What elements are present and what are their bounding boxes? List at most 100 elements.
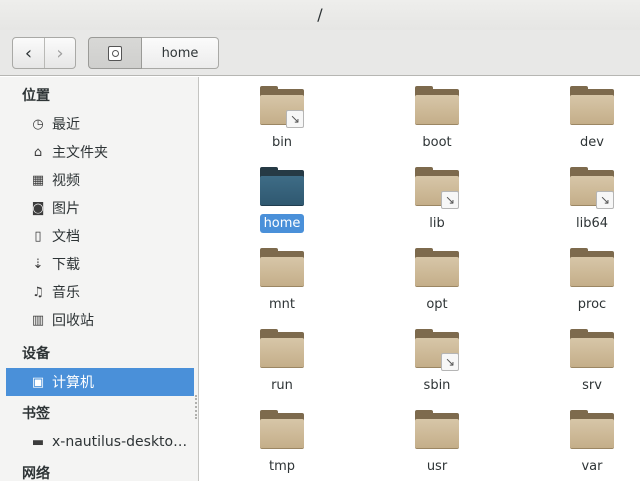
camera-icon: ◙ (31, 200, 45, 216)
folder-icon (570, 410, 614, 450)
folder-icon (570, 329, 614, 369)
sidebar-item-label: 最近 (52, 117, 80, 133)
file-name: opt (426, 297, 448, 312)
folder-icon (260, 248, 304, 288)
file-name: proc (577, 297, 607, 312)
computer-drive-icon (108, 45, 122, 61)
path-home-button[interactable]: home (142, 37, 219, 69)
file-name: var (581, 459, 603, 474)
file-name-wrapper: lib (377, 216, 497, 231)
folder-link-icon: ↘ (415, 329, 459, 371)
sidebar-item-label: 主文件夹 (52, 145, 108, 161)
sidebar-item[interactable]: ▯ 文档 (6, 222, 194, 250)
folder-icon (415, 410, 459, 450)
sidebar-item-label: 回收站 (52, 313, 94, 329)
music-icon: ♫ (32, 284, 44, 300)
file-item[interactable]: ↘ lib (377, 158, 497, 238)
file-name-wrapper: sbin (377, 378, 497, 393)
sidebar: 位置 ◷ 最近 ⌂ 主文件夹 ▦ 视频 ◙ 图片 ▯ 文档 ⇣ 下载 ♫ 音乐 ▥ 回收站设备 ▣ 计算机书签 ▬ x-… (0, 77, 199, 481)
sidebar-item[interactable]: ♫ 音乐 (6, 278, 194, 306)
folder-link-icon: ↘ (415, 167, 459, 209)
toolbar: ‹ › home (0, 30, 640, 76)
sidebar-heading: 书签 (22, 406, 50, 422)
file-item[interactable]: proc (532, 239, 640, 319)
file-item[interactable]: dev (532, 77, 640, 157)
folder-icon (415, 248, 459, 288)
file-name-wrapper: proc (532, 297, 640, 312)
symlink-arrow-icon: ↘ (596, 191, 614, 209)
file-item[interactable]: tmp (222, 401, 342, 481)
file-item[interactable]: ↘ sbin (377, 320, 497, 400)
home-icon: ⌂ (33, 144, 43, 160)
sidebar-item-label: 视频 (52, 173, 80, 189)
file-name: bin (271, 135, 293, 150)
file-name-wrapper: home (222, 214, 342, 233)
file-name: home (259, 214, 305, 233)
file-name: usr (426, 459, 448, 474)
folder-icon (570, 248, 614, 288)
sidebar-item-label: 计算机 (52, 375, 94, 391)
folder-icon: ▬ (31, 434, 45, 450)
symlink-arrow-icon: ↘ (441, 191, 459, 209)
sidebar-item[interactable]: ⇣ 下载 (6, 250, 194, 278)
sidebar-heading: 位置 (22, 88, 50, 104)
sidebar-heading: 网络 (22, 466, 50, 481)
sidebar-item[interactable]: ▥ 回收站 (6, 306, 194, 334)
path-bar: home (88, 37, 219, 69)
file-name-wrapper: var (532, 459, 640, 474)
navigation-buttons: ‹ › (12, 37, 76, 69)
sidebar-item[interactable]: ▦ 视频 (6, 166, 194, 194)
file-item[interactable]: boot (377, 77, 497, 157)
file-item[interactable]: var (532, 401, 640, 481)
folder-icon (415, 86, 459, 126)
window-title: / (317, 5, 323, 24)
file-item[interactable]: ↘ bin (222, 77, 342, 157)
file-name: srv (582, 378, 602, 393)
folder-icon (260, 167, 304, 207)
chevron-right-icon: › (56, 42, 64, 64)
file-item[interactable]: run (222, 320, 342, 400)
chevron-left-icon: ‹ (24, 42, 33, 64)
file-name-wrapper: tmp (222, 459, 342, 474)
sidebar-item-label: x-nautilus-desktop:/// (52, 434, 192, 450)
file-item[interactable]: srv (532, 320, 640, 400)
file-item[interactable]: opt (377, 239, 497, 319)
file-name-wrapper: boot (377, 135, 497, 150)
trash-icon: ▥ (31, 312, 45, 328)
file-name: lib (429, 216, 445, 231)
file-name: dev (580, 135, 604, 150)
sidebar-item[interactable]: ⌂ 主文件夹 (6, 138, 194, 166)
folder-icon (260, 410, 304, 450)
file-name: boot (422, 135, 452, 150)
sidebar-item[interactable]: ◷ 最近 (6, 110, 194, 138)
path-root-button[interactable] (88, 37, 142, 69)
symlink-arrow-icon: ↘ (286, 110, 304, 128)
back-button[interactable]: ‹ (13, 38, 44, 68)
download-icon: ⇣ (32, 256, 44, 272)
sidebar-item-label: 文档 (52, 229, 80, 245)
file-name: lib64 (575, 216, 609, 231)
file-item[interactable]: ↘ lib64 (532, 158, 640, 238)
file-name-wrapper: opt (377, 297, 497, 312)
file-grid: ↘ bin boot dev home ↘ lib ↘ lib64 mnt opt proc run ↘ s… (200, 77, 640, 481)
file-item[interactable]: home (222, 158, 342, 238)
file-name: sbin (423, 378, 451, 393)
sidebar-item[interactable]: ▣ 计算机 (6, 368, 194, 396)
file-item[interactable]: mnt (222, 239, 342, 319)
file-name-wrapper: usr (377, 459, 497, 474)
sidebar-heading: 设备 (22, 346, 50, 362)
folder-link-icon: ↘ (570, 167, 614, 209)
document-icon: ▯ (34, 228, 42, 244)
file-item[interactable]: usr (377, 401, 497, 481)
sidebar-item[interactable]: ◙ 图片 (6, 194, 194, 222)
file-name-wrapper: run (222, 378, 342, 393)
folder-icon (260, 329, 304, 369)
folder-icon (570, 86, 614, 126)
file-name-wrapper: dev (532, 135, 640, 150)
sidebar-item-label: 音乐 (52, 285, 80, 301)
sidebar-resize-handle[interactable] (195, 395, 197, 419)
sidebar-item-label: 下载 (52, 257, 80, 273)
sidebar-item[interactable]: ▬ x-nautilus-desktop:/// (6, 428, 194, 456)
file-name-wrapper: lib64 (532, 216, 640, 231)
forward-button[interactable]: › (43, 38, 75, 68)
